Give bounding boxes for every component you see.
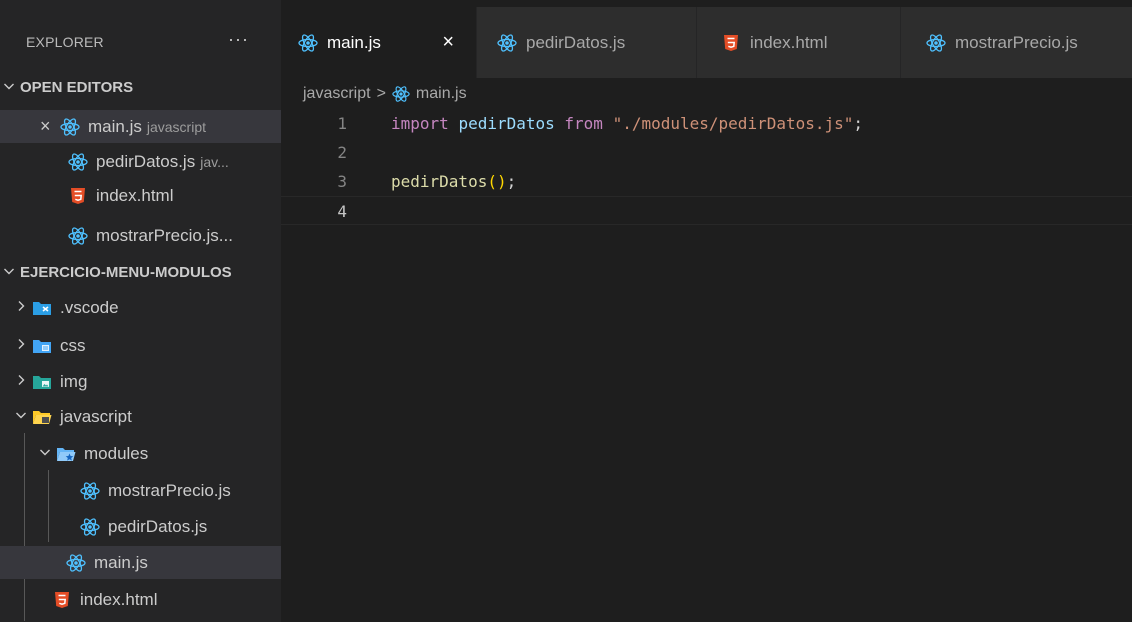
tree-item-label: pedirDatos.js: [108, 516, 208, 536]
react-icon: [66, 553, 86, 573]
tab-label: index.html: [750, 32, 828, 52]
chevron-right-icon: [14, 337, 28, 354]
code-line[interactable]: 3 pedirDatos();: [281, 167, 1132, 196]
react-icon: [926, 33, 946, 53]
tab-pedirdatos-js[interactable]: pedirDatos.js: [477, 7, 696, 78]
react-icon: [80, 481, 100, 501]
css-folder-icon: [32, 336, 52, 356]
tab-main-js[interactable]: main.js ×: [281, 7, 476, 78]
open-editor-item-pedirdatos-js[interactable]: pedirDatos.js jav...: [0, 145, 281, 178]
tree-item-label: javascript: [60, 406, 132, 426]
editor-tab-bar: main.js × pedirDatos.js index.html mostr…: [281, 0, 1132, 78]
chevron-down-icon: [38, 445, 52, 462]
html5-icon: [52, 590, 72, 610]
js-folder-open-icon: [32, 407, 52, 427]
explorer-sidebar: EXPLORER ··· OPEN EDITORS × main.js java…: [0, 0, 281, 622]
react-icon: [80, 517, 100, 537]
breadcrumb: javascript > main.js: [303, 80, 467, 108]
tree-item-main-js[interactable]: main.js: [0, 546, 281, 579]
open-editor-item-index-html[interactable]: index.html: [0, 179, 281, 212]
code-text[interactable]: import pedirDatos from "./modules/pedirD…: [391, 109, 863, 138]
tree-item-pedirdatos-js[interactable]: pedirDatos.js: [0, 510, 281, 543]
chevron-right-icon: [14, 373, 28, 390]
react-icon: [60, 117, 80, 137]
chevron-down-icon: [14, 408, 28, 425]
project-section-header[interactable]: EJERCICIO-MENU-MODULOS: [0, 256, 281, 289]
react-icon: [68, 152, 88, 172]
line-number: 2: [337, 143, 347, 162]
tab-label: mostrarPrecio.js: [955, 32, 1078, 52]
open-editor-label: mostrarPrecio.js...: [96, 225, 233, 245]
explorer-title: EXPLORER: [26, 34, 104, 50]
code-token: ;: [506, 172, 517, 191]
tree-item-label: css: [60, 335, 86, 355]
code-token: ;: [853, 114, 864, 133]
tree-item-label: modules: [84, 443, 149, 463]
open-editor-label: index.html: [96, 185, 174, 205]
line-number: 3: [337, 172, 347, 191]
tree-item-label: img: [60, 371, 88, 391]
open-editor-path-hint: javascript: [146, 118, 206, 135]
code-token: pedirDatos: [458, 114, 555, 133]
open-editor-label: pedirDatos.js: [96, 151, 196, 171]
tree-item-label: .vscode: [60, 297, 119, 317]
tree-item-css[interactable]: css: [0, 329, 281, 362]
code-line[interactable]: 2: [281, 138, 1132, 167]
project-title: EJERCICIO-MENU-MODULOS: [20, 264, 232, 281]
vscode-folder-icon: [32, 298, 52, 318]
open-editor-item-mostrarprecio-js[interactable]: mostrarPrecio.js...: [0, 219, 281, 252]
tree-item-img[interactable]: img: [0, 365, 281, 398]
tree-item-label: mostrarPrecio.js: [108, 480, 231, 500]
chevron-down-icon: [2, 79, 16, 96]
open-editor-item-main-js[interactable]: × main.js javascript: [0, 110, 281, 143]
more-actions-button[interactable]: ···: [228, 29, 249, 50]
react-icon: [298, 33, 318, 53]
tree-item-label: index.html: [80, 589, 158, 609]
open-editor-label: main.js: [88, 116, 142, 136]
code-token: import: [391, 114, 449, 133]
code-line[interactable]: 4: [281, 196, 1132, 225]
code-text[interactable]: pedirDatos();: [391, 167, 516, 196]
tree-item-mostrarprecio-js[interactable]: mostrarPrecio.js: [0, 474, 281, 507]
chevron-right-icon: [14, 299, 28, 316]
line-number: 1: [337, 114, 347, 133]
breadcrumb-separator: >: [376, 85, 386, 102]
html5-icon: [721, 33, 741, 53]
tree-item-label: main.js: [94, 552, 148, 572]
tab-label: pedirDatos.js: [526, 32, 626, 52]
code-token: from: [564, 114, 603, 133]
tab-mostrarprecio-js[interactable]: mostrarPrecio.js: [901, 7, 1132, 78]
close-editor-button[interactable]: ×: [40, 116, 52, 137]
open-editor-path-hint: jav...: [200, 153, 229, 170]
code-editor[interactable]: javascript > main.js 1 import pedirDatos …: [281, 78, 1132, 622]
tree-item-index-html[interactable]: index.html: [0, 583, 281, 616]
code-line[interactable]: 1 import pedirDatos from "./modules/pedir…: [281, 109, 1132, 138]
line-number: 4: [337, 202, 347, 221]
tree-item-javascript[interactable]: javascript: [0, 400, 281, 433]
chevron-down-icon: [2, 264, 16, 281]
react-icon: [497, 33, 517, 53]
open-editors-section-header[interactable]: OPEN EDITORS: [0, 71, 281, 104]
tab-label: main.js: [327, 32, 381, 52]
images-folder-icon: [32, 372, 52, 392]
tree-item-vscode[interactable]: .vscode: [0, 291, 281, 324]
tree-item-modules[interactable]: modules: [0, 437, 281, 470]
breadcrumb-folder[interactable]: javascript: [303, 85, 371, 103]
code-token: pedirDatos: [391, 172, 488, 191]
modules-folder-open-icon: [56, 444, 76, 464]
react-icon: [392, 85, 410, 103]
tab-index-html[interactable]: index.html: [697, 7, 900, 78]
code-token: (): [487, 172, 507, 191]
open-editors-title: OPEN EDITORS: [20, 79, 134, 96]
code-token: "./modules/pedirDatos.js": [612, 114, 854, 133]
breadcrumb-file[interactable]: main.js: [416, 85, 467, 103]
close-tab-button[interactable]: ×: [442, 31, 454, 54]
html5-icon: [68, 186, 88, 206]
react-icon: [68, 226, 88, 246]
